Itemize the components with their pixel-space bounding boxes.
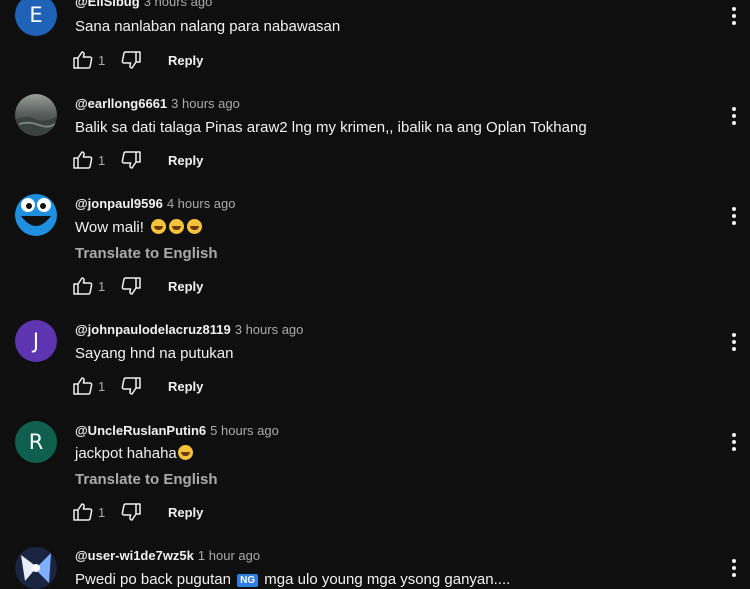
photo-avatar[interactable] <box>15 94 57 136</box>
more-vert-icon[interactable] <box>727 430 741 454</box>
comment-header: @johnpaulodelacruz8119 3 hours ago <box>75 322 303 337</box>
like-count: 1 <box>98 504 106 520</box>
comment-time[interactable]: 1 hour ago <box>198 548 260 563</box>
reply-button[interactable]: Reply <box>168 279 203 294</box>
translate-button[interactable]: Translate to English <box>75 245 218 262</box>
more-vert-icon[interactable] <box>727 330 741 354</box>
comment-author[interactable]: @johnpaulodelacruz8119 <box>75 322 231 337</box>
avatar[interactable]: E <box>15 0 57 36</box>
like-count: 1 <box>98 152 106 168</box>
avatar[interactable]: J <box>15 320 57 362</box>
comment-text: jackpot hahaha <box>75 445 193 462</box>
grinning-emoji <box>187 219 203 234</box>
comment-header: @EliSibug 3 hours ago <box>75 0 212 9</box>
comment-actions: 1 Reply <box>72 150 203 170</box>
thumbs-down-icon[interactable] <box>120 376 142 396</box>
thumbs-up-icon[interactable] <box>72 502 94 522</box>
reply-button[interactable]: Reply <box>168 379 203 394</box>
cookie-monster-avatar[interactable] <box>15 194 57 236</box>
comment-time[interactable]: 3 hours ago <box>171 96 240 111</box>
more-vert-icon[interactable] <box>727 4 741 28</box>
comment-text: Sayang hnd na putukan <box>75 345 234 362</box>
like-count: 1 <box>98 52 106 68</box>
comment-text: Balik sa dati talaga Pinas araw2 lng my … <box>75 119 587 136</box>
translate-button[interactable]: Translate to English <box>75 471 218 488</box>
grinning-emoji <box>169 219 185 234</box>
more-vert-icon[interactable] <box>727 204 741 228</box>
thumbs-up-icon[interactable] <box>72 376 94 396</box>
abstract-avatar[interactable] <box>15 547 57 589</box>
laughing-emoji <box>177 445 193 460</box>
more-vert-icon[interactable] <box>727 556 741 580</box>
comment-time[interactable]: 4 hours ago <box>167 196 236 211</box>
comment-actions: 1 Reply <box>72 376 203 396</box>
more-vert-icon[interactable] <box>727 104 741 128</box>
comment-time[interactable]: 3 hours ago <box>235 322 304 337</box>
comment-header: @earllong6661 3 hours ago <box>75 96 240 111</box>
comment-time[interactable]: 3 hours ago <box>144 0 213 9</box>
thumbs-up-icon[interactable] <box>72 150 94 170</box>
comment-author[interactable]: @EliSibug <box>75 0 140 9</box>
ng-emoji: NG <box>237 574 259 587</box>
comment-text: Pwedi po back pugutan NG mga ulo young m… <box>75 571 511 588</box>
comment-header: @jonpaul9596 4 hours ago <box>75 196 236 211</box>
comment-header: @user-wi1de7wz5k 1 hour ago <box>75 548 260 563</box>
comment-actions: 1 Reply <box>72 502 203 522</box>
thumbs-down-icon[interactable] <box>120 50 142 70</box>
comment-header: @UncleRuslanPutin6 5 hours ago <box>75 423 279 438</box>
comment-author[interactable]: @UncleRuslanPutin6 <box>75 423 206 438</box>
comment-actions: 1 Reply <box>72 276 203 296</box>
like-count: 1 <box>98 278 106 294</box>
reply-button[interactable]: Reply <box>168 53 203 68</box>
thumbs-up-icon[interactable] <box>72 50 94 70</box>
comment-author[interactable]: @jonpaul9596 <box>75 196 163 211</box>
comment-actions: 1 Reply <box>72 50 203 70</box>
thumbs-down-icon[interactable] <box>120 150 142 170</box>
reply-button[interactable]: Reply <box>168 505 203 520</box>
grinning-emoji <box>151 219 167 234</box>
like-count: 1 <box>98 378 106 394</box>
comment-time[interactable]: 5 hours ago <box>210 423 279 438</box>
thumbs-up-icon[interactable] <box>72 276 94 296</box>
thumbs-down-icon[interactable] <box>120 502 142 522</box>
thumbs-down-icon[interactable] <box>120 276 142 296</box>
comment-text: Wow mali! <box>75 219 203 236</box>
avatar[interactable]: R <box>15 421 57 463</box>
comment-author[interactable]: @user-wi1de7wz5k <box>75 548 194 563</box>
comment-text: Sana nanlaban nalang para nabawasan <box>75 18 341 35</box>
reply-button[interactable]: Reply <box>168 153 203 168</box>
comment-author[interactable]: @earllong6661 <box>75 96 167 111</box>
